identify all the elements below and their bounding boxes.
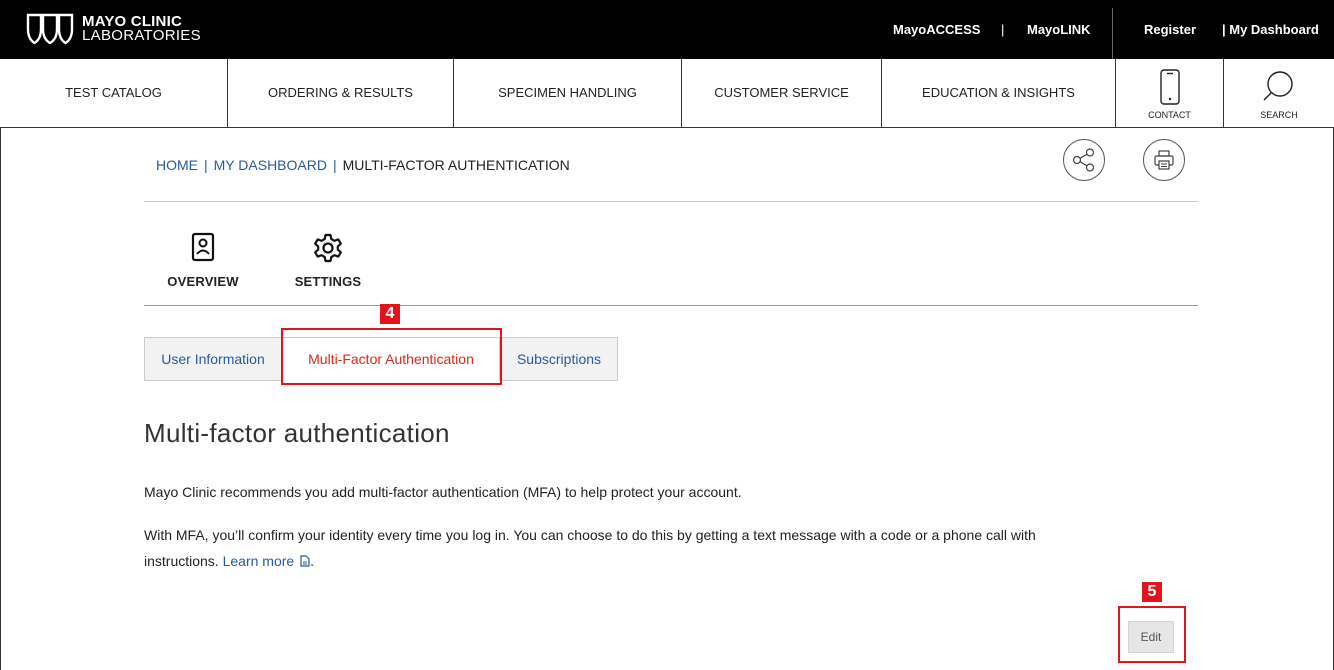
register-link[interactable]: Register (1144, 0, 1196, 59)
period: . (310, 553, 314, 569)
breadcrumb-sep: | (204, 157, 208, 173)
breadcrumb-dashboard[interactable]: MY DASHBOARD (214, 157, 327, 173)
annotation-highlight (281, 328, 502, 385)
nav-contact[interactable]: CONTACT (1116, 59, 1224, 127)
nav-test-catalog[interactable]: TEST CATALOG (0, 59, 228, 127)
learn-more-label: Learn more (222, 553, 295, 569)
document-icon (300, 555, 310, 567)
top-separator: | (1001, 22, 1005, 37)
search-label: SEARCH (1260, 110, 1298, 120)
overview-tab[interactable]: OVERVIEW (160, 232, 246, 289)
mayo-clinic-logo[interactable]: MAYO CLINIC LABORATORIES (26, 12, 201, 46)
top-bar: MAYO CLINIC LABORATORIES MayoACCESS | Ma… (0, 0, 1334, 60)
share-button[interactable] (1063, 139, 1105, 181)
nav-customer-service[interactable]: CUSTOMER SERVICE (682, 59, 882, 127)
settings-tab[interactable]: SETTINGS (285, 232, 371, 289)
share-icon (1072, 148, 1095, 172)
mfa-description: With MFA, you’ll confirm your identity e… (144, 522, 1036, 574)
nav-specimen-handling[interactable]: SPECIMEN HANDLING (454, 59, 682, 127)
breadcrumb: HOME | MY DASHBOARD | MULTI-FACTOR AUTHENTIC… (156, 157, 570, 173)
mfa-description-line1: With MFA, you’ll confirm your identity e… (144, 527, 1036, 543)
logo-line2: LABORATORIES (82, 27, 201, 44)
learn-more-link[interactable]: Learn more (223, 553, 310, 569)
phone-icon (1159, 69, 1180, 105)
tab-subscriptions[interactable]: Subscriptions (500, 337, 618, 381)
nav-ordering-results[interactable]: ORDERING & RESULTS (228, 59, 454, 127)
breadcrumb-home[interactable]: HOME (156, 157, 198, 173)
divider (144, 305, 1198, 306)
mayoaccess-link[interactable]: MayoACCESS (893, 0, 980, 59)
search-icon (1263, 71, 1293, 101)
breadcrumb-current: MULTI-FACTOR AUTHENTICATION (342, 157, 570, 173)
mayolink-link[interactable]: MayoLINK (1027, 0, 1091, 59)
mfa-intro-text: Mayo Clinic recommends you add multi-fac… (144, 484, 742, 500)
page-title: Multi-factor authentication (144, 418, 450, 448)
nav-search[interactable]: SEARCH (1224, 59, 1334, 127)
top-divider (1112, 8, 1113, 60)
mayo-shields-logo-icon (26, 13, 74, 45)
contact-label: CONTACT (1148, 110, 1191, 120)
divider (144, 201, 1198, 202)
mfa-description-line2: instructions. (144, 553, 219, 569)
print-icon (1154, 150, 1174, 170)
main-nav: TEST CATALOG ORDERING & RESULTS SPECIMEN… (0, 59, 1334, 128)
nav-education-insights[interactable]: EDUCATION & INSIGHTS (882, 59, 1116, 127)
tab-user-information[interactable]: User Information (144, 337, 282, 381)
edit-button[interactable]: Edit (1128, 621, 1174, 653)
gear-icon (314, 233, 342, 263)
annotation-marker-4: 4 (380, 304, 400, 324)
overview-label: OVERVIEW (167, 274, 239, 289)
annotation-marker-5: 5 (1142, 582, 1162, 602)
my-dashboard-link[interactable]: | My Dashboard (1222, 0, 1319, 59)
print-button[interactable] (1143, 139, 1185, 181)
settings-label: SETTINGS (294, 274, 362, 289)
breadcrumb-sep: | (332, 157, 337, 173)
user-badge-icon (191, 232, 215, 262)
